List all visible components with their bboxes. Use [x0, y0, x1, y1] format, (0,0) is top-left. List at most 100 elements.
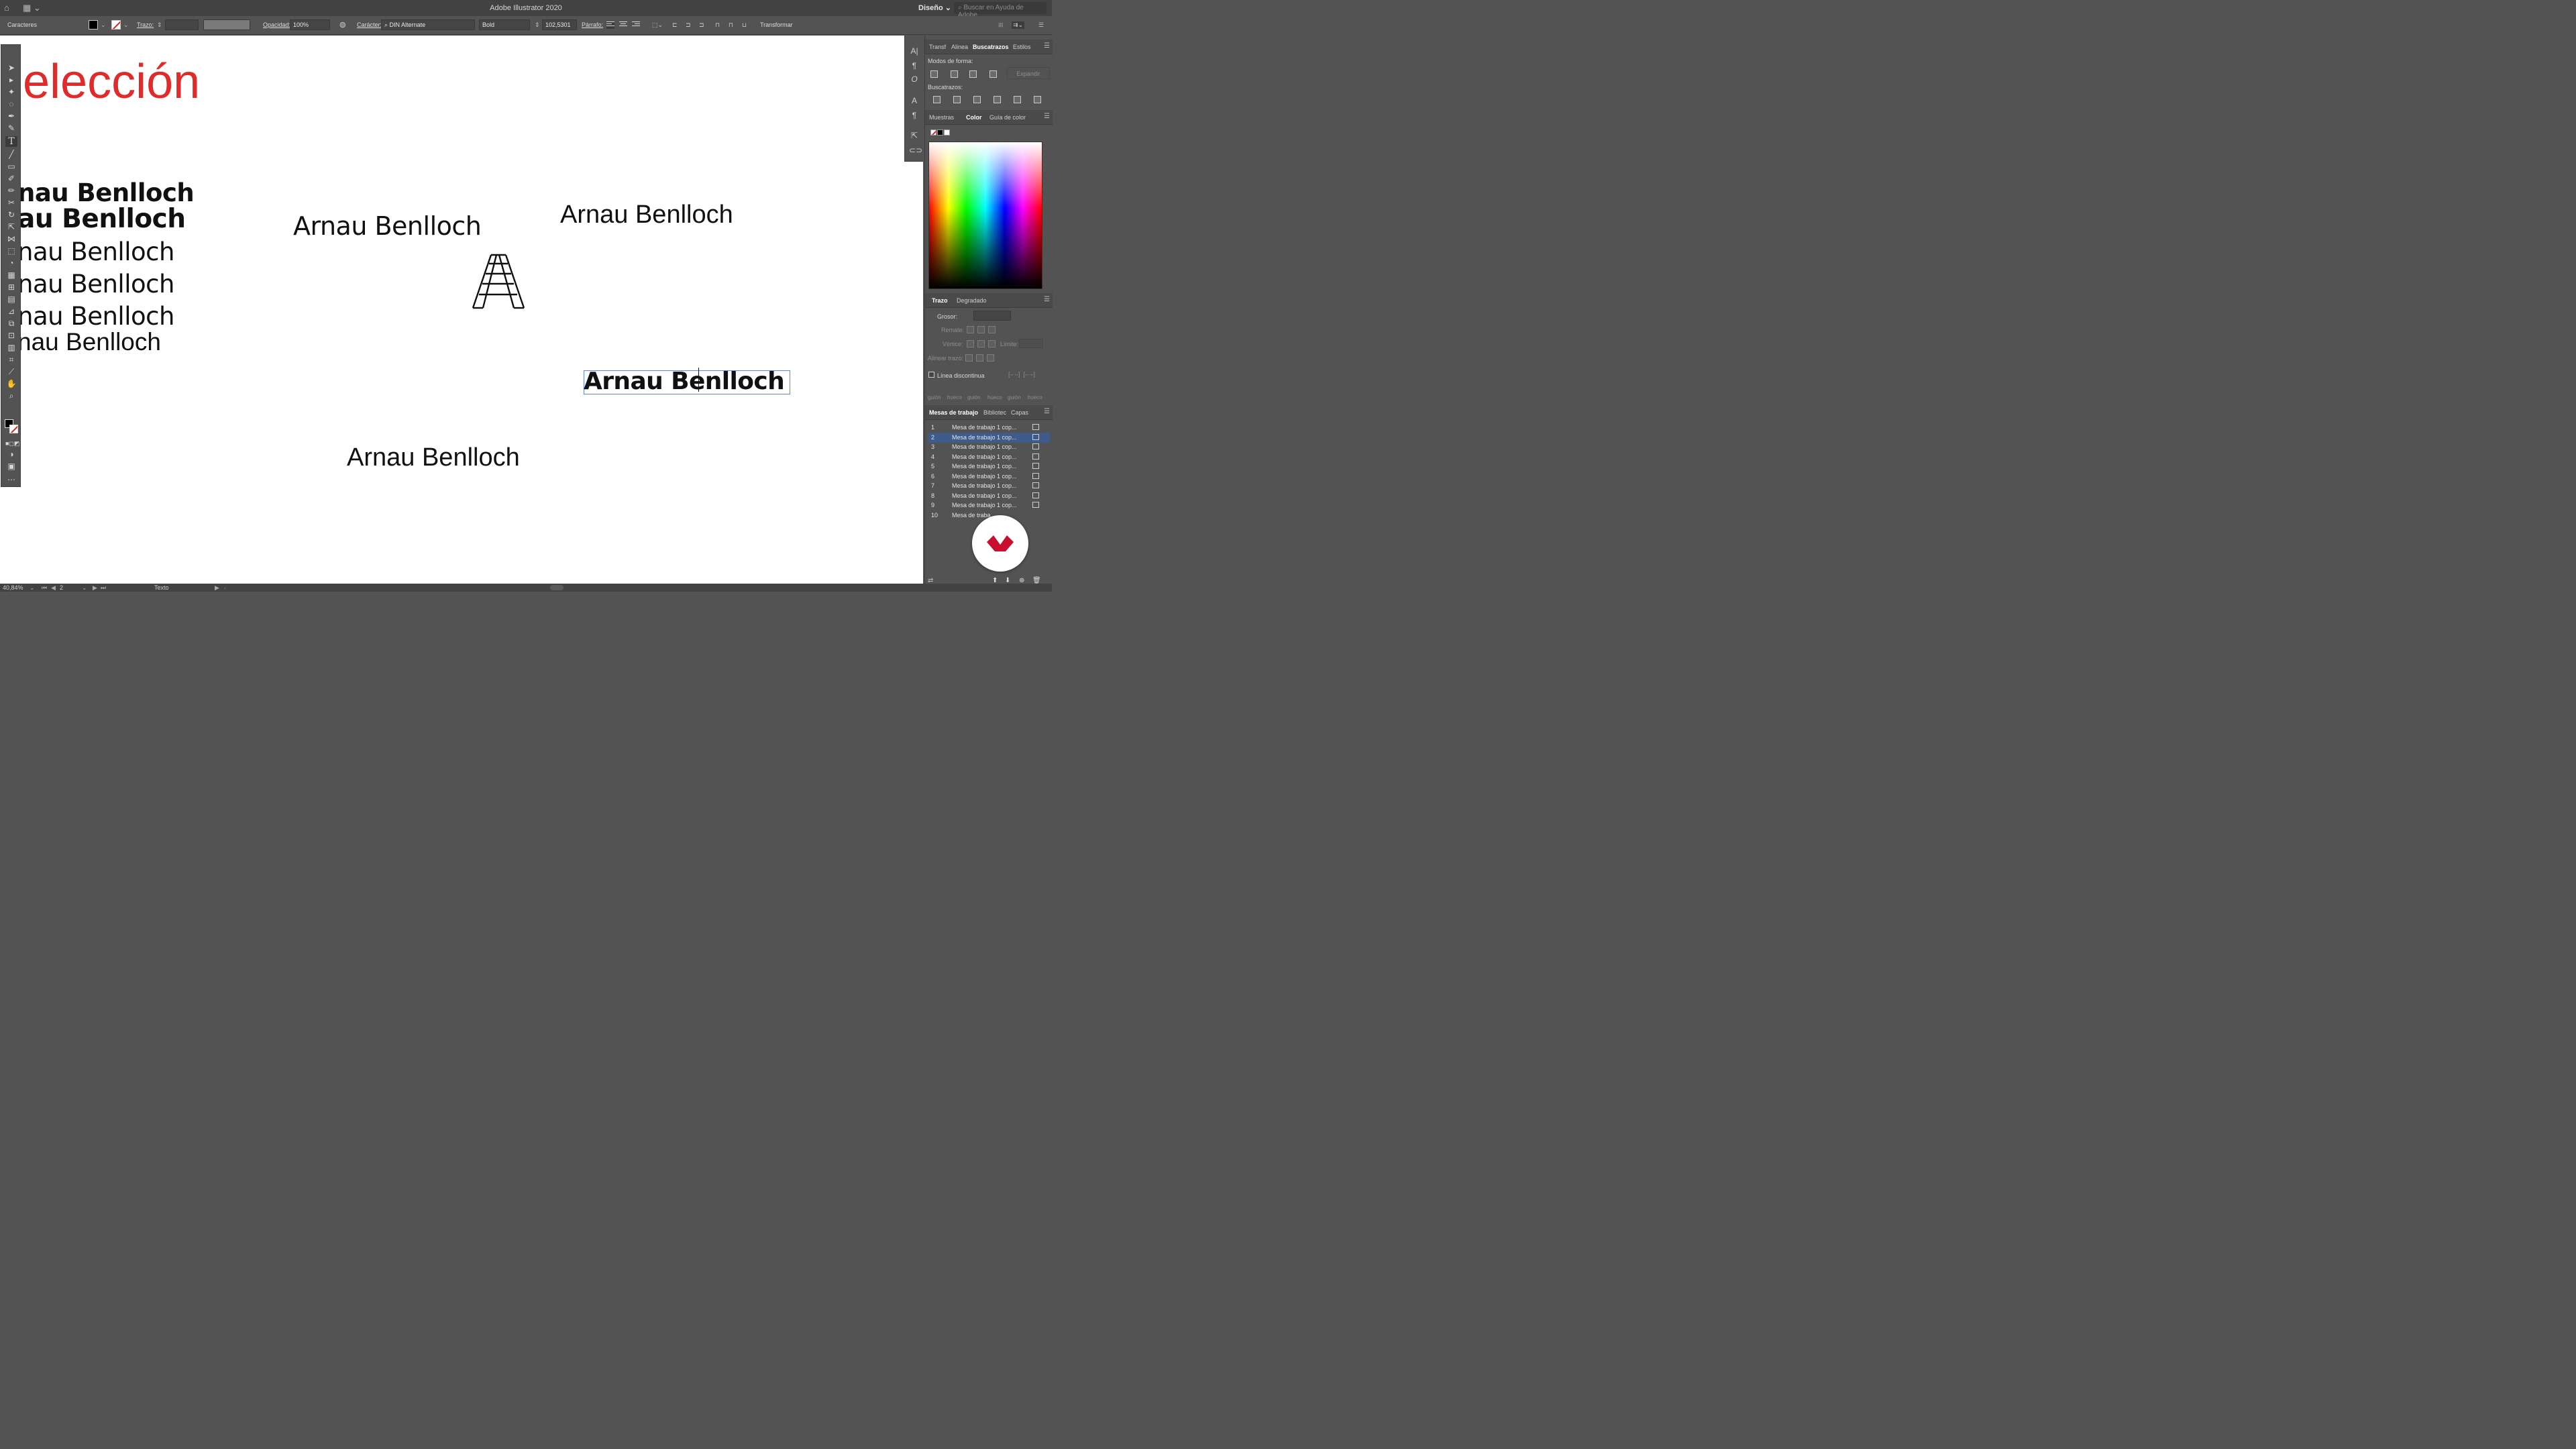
opacity-field[interactable]: 100%	[290, 19, 330, 30]
align-left-icon[interactable]	[606, 21, 614, 29]
pencil-tool-icon[interactable]: ✏	[5, 185, 17, 196]
minus-front-icon[interactable]	[951, 70, 958, 78]
artboard-tool-icon[interactable]: ⌗	[5, 354, 17, 365]
align-bottom-objects-icon[interactable]: ⊔	[742, 21, 747, 29]
align-top-objects-icon[interactable]: ⊓	[715, 21, 720, 29]
arrange-documents-icon[interactable]: ⇉⌄	[1012, 21, 1025, 29]
mesh-tool-icon[interactable]: ⊞	[5, 282, 17, 292]
fill-swatch[interactable]	[89, 20, 98, 30]
width-tool-icon[interactable]: ⋈	[5, 233, 17, 244]
column-graph-tool-icon[interactable]: ▥	[5, 342, 17, 353]
artboard-row[interactable]: 8 Mesa de trabajo 1 cop...	[928, 491, 1050, 501]
draw-mode-icon[interactable]: ◑	[5, 449, 17, 460]
stroke-swatch[interactable]	[111, 20, 121, 30]
status-menu-icon[interactable]: ▶	[215, 584, 219, 592]
scissors-tool-icon[interactable]: ✂	[5, 197, 17, 208]
free-transform-tool-icon[interactable]: ⬚	[5, 246, 17, 256]
sample-text[interactable]: nau Benlloch	[17, 302, 174, 331]
paintbrush-tool-icon[interactable]: ✐	[5, 173, 17, 184]
color-spectrum[interactable]	[928, 142, 1042, 289]
align-hcenter-objects-icon[interactable]: ⊐	[686, 21, 691, 29]
expand-button[interactable]: Expandir	[1007, 67, 1050, 79]
artboard-row[interactable]: 4 Mesa de trabajo 1 cop...	[928, 452, 1050, 462]
character-panel-icon[interactable]: A|	[909, 46, 920, 57]
panel-menu-icon[interactable]: ☰	[1044, 296, 1050, 303]
sample-text[interactable]: nau Benlloch	[17, 178, 195, 207]
zoom-level[interactable]: 40,84%	[3, 584, 23, 591]
scroll-left-icon[interactable]: ‹	[224, 584, 226, 591]
opentype-panel-icon[interactable]: O	[909, 74, 920, 85]
isolate-icon[interactable]: ⊞	[998, 21, 1004, 29]
symbol-sprayer-tool-icon[interactable]: ⊡	[5, 330, 17, 341]
character-styles-icon[interactable]: A	[909, 96, 920, 107]
chevron-down-icon[interactable]: ⌄	[101, 21, 106, 29]
variable-width-profile[interactable]	[203, 19, 250, 30]
align-to-icon[interactable]: ⬚⌄	[652, 21, 663, 29]
panel-menu-icon[interactable]: ☰	[1044, 113, 1050, 120]
artboard-row[interactable]: 3 Mesa de trabajo 1 cop...	[928, 442, 1050, 452]
tab-stroke[interactable]: Trazo	[932, 297, 948, 304]
panel-menu-icon[interactable]: ☰	[1038, 21, 1044, 29]
tab-artboards[interactable]: Mesas de trabajo	[929, 409, 978, 416]
artboard-row[interactable]: 9 Mesa de trabajo 1 cop...	[928, 500, 1050, 511]
eyedropper-tool-icon[interactable]: ⊿	[5, 306, 17, 317]
font-family-field[interactable]: ⌕ DIN Alternate	[381, 19, 475, 30]
align-stroke-center-icon[interactable]	[965, 354, 973, 362]
tab-pathfinder[interactable]: Buscatrazos	[973, 44, 1009, 50]
limit-field[interactable]	[1019, 339, 1043, 348]
paragraph-panel-icon[interactable]: ¶	[909, 61, 920, 72]
sample-text[interactable]: nau Benlloch	[17, 237, 174, 266]
lasso-tool-icon[interactable]: ◌	[5, 99, 17, 109]
unite-icon[interactable]	[930, 70, 938, 78]
type-tool-icon[interactable]: T	[5, 136, 17, 147]
edited-text[interactable]: Arnau Benlloch	[584, 368, 785, 395]
magic-wand-tool-icon[interactable]: ✦	[5, 87, 17, 97]
recolor-icon[interactable]: ◍	[339, 20, 346, 29]
bevel-join-icon[interactable]	[988, 340, 996, 347]
white-swatch[interactable]	[944, 129, 950, 136]
align-vcenter-objects-icon[interactable]: ⊓	[729, 21, 733, 29]
export-icon[interactable]: ⇱	[909, 131, 920, 142]
font-size-field[interactable]: 102,5301	[542, 19, 577, 30]
links-icon[interactable]: ⊂⊃	[909, 146, 922, 156]
align-left-objects-icon[interactable]: ⊏	[672, 21, 678, 29]
align-right-icon[interactable]	[632, 21, 640, 29]
artboard-number[interactable]: 2	[60, 584, 63, 591]
tab-color[interactable]: Color	[966, 114, 982, 121]
horizontal-scrollbar-thumb[interactable]	[550, 585, 564, 590]
rectangle-tool-icon[interactable]: ▭	[5, 161, 17, 172]
sample-text[interactable]: Arnau Benlloch	[560, 201, 733, 229]
color-mode-icons[interactable]: ■◻◩	[5, 438, 19, 449]
stepper-icon[interactable]: ⇕	[535, 21, 540, 29]
slice-tool-icon[interactable]: ⟋	[5, 366, 17, 377]
first-artboard-icon[interactable]: ⏮	[42, 584, 47, 592]
crop-icon[interactable]	[994, 96, 1001, 103]
black-swatch[interactable]	[937, 129, 943, 136]
tab-swatches[interactable]: Muestras	[929, 114, 954, 121]
tab-gradient[interactable]: Degradado	[957, 297, 987, 304]
tab-transform[interactable]: Transf	[929, 44, 946, 50]
blend-tool-icon[interactable]: ⧉	[5, 318, 17, 329]
align-center-icon[interactable]	[619, 21, 627, 29]
merge-icon[interactable]	[973, 96, 981, 103]
stepper-icon[interactable]: ⇕	[157, 21, 162, 29]
tab-align[interactable]: Alinea	[951, 44, 968, 50]
more-tools-icon[interactable]: ⋯	[5, 474, 17, 485]
none-swatch[interactable]	[930, 129, 936, 136]
sample-text[interactable]: au Benlloch	[17, 204, 186, 234]
ladder-a-glyph[interactable]	[471, 254, 526, 310]
perspective-grid-tool-icon[interactable]: ▦	[5, 270, 17, 280]
paragraph-styles-icon[interactable]: ¶	[909, 111, 920, 121]
artboard-row[interactable]: 2 Mesa de trabajo 1 cop...	[928, 433, 1050, 443]
zoom-tool-icon[interactable]: ⌕	[5, 390, 17, 401]
line-tool-icon[interactable]: ╱	[5, 149, 17, 160]
pen-tool-icon[interactable]: ✒	[5, 111, 17, 121]
next-artboard-icon[interactable]: ▶	[93, 584, 97, 592]
intersect-icon[interactable]	[969, 70, 977, 78]
selection-tool-icon[interactable]: ➤	[5, 62, 17, 73]
sample-text[interactable]: Arnau Benlloch	[293, 211, 482, 241]
chevron-down-icon[interactable]: ⌄	[123, 21, 129, 29]
rotate-tool-icon[interactable]: ↻	[5, 209, 17, 220]
help-search-input[interactable]: ⌕ Buscar en Ayuda de Adobe	[954, 2, 1046, 19]
butt-cap-icon[interactable]	[967, 326, 974, 333]
